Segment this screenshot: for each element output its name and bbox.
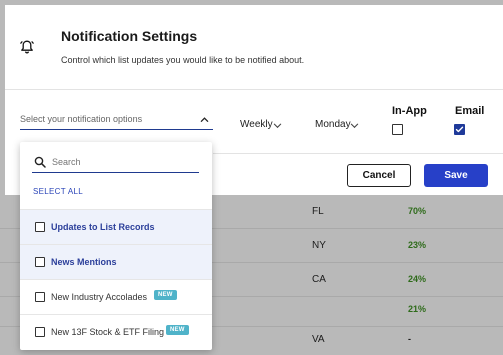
cancel-button[interactable]: Cancel: [347, 164, 411, 187]
email-checkbox[interactable]: [454, 124, 465, 135]
save-button[interactable]: Save: [424, 164, 488, 187]
in-app-column-header: In-App: [392, 105, 427, 117]
option-checkbox[interactable]: [35, 222, 45, 232]
modal-subtitle: Control which list updates you would lik…: [61, 55, 305, 65]
email-column-header: Email: [455, 105, 485, 117]
percent-cell: 24%: [408, 274, 427, 284]
option-updates-to-list-records[interactable]: Updates to List Records: [20, 209, 212, 244]
notification-options-dropdown: SELECT ALL Updates to List Records News …: [20, 142, 212, 350]
option-checkbox[interactable]: [35, 327, 45, 337]
modal-header: Notification Settings Control which list…: [5, 5, 503, 89]
in-app-checkbox[interactable]: [392, 124, 403, 135]
option-new-industry-accolades[interactable]: New Industry Accolades NEW: [20, 279, 212, 314]
percent-cell: 21%: [408, 304, 427, 314]
percent-cell: 70%: [408, 206, 427, 216]
option-new-13f-stock-etf-filing[interactable]: New 13F Stock & ETF Filing NEW: [20, 314, 212, 349]
day-select[interactable]: Monday: [315, 119, 351, 130]
state-cell: NY: [312, 240, 326, 251]
frequency-select[interactable]: Weekly: [240, 119, 273, 130]
percent-cell: 23%: [408, 240, 427, 250]
chevron-down-icon[interactable]: [273, 121, 282, 130]
select-all-link[interactable]: SELECT ALL: [33, 187, 83, 196]
option-label: News Mentions: [51, 257, 117, 267]
header-divider: [5, 89, 503, 90]
percent-cell: -: [408, 334, 411, 344]
option-label: New 13F Stock & ETF Filing: [51, 327, 165, 337]
modal-title: Notification Settings: [61, 28, 198, 44]
search-field[interactable]: [32, 154, 199, 173]
notification-options-select[interactable]: Select your notification options: [20, 111, 213, 130]
select-placeholder: Select your notification options: [20, 114, 143, 124]
option-checkbox[interactable]: [35, 292, 45, 302]
option-checkbox[interactable]: [35, 257, 45, 267]
search-input[interactable]: [52, 157, 192, 167]
bell-icon: [20, 40, 34, 54]
option-news-mentions[interactable]: News Mentions: [20, 244, 212, 279]
new-badge: NEW: [154, 290, 177, 300]
checkmark-icon: [455, 126, 464, 133]
option-label: Updates to List Records: [51, 222, 155, 232]
search-icon: [34, 156, 46, 168]
state-cell: VA: [312, 334, 325, 345]
chevron-up-icon[interactable]: [200, 115, 209, 124]
footer-divider: [213, 153, 503, 154]
chevron-down-icon[interactable]: [350, 121, 359, 130]
state-cell: FL: [312, 206, 324, 217]
option-label: New Industry Accolades: [51, 292, 148, 302]
new-badge: NEW: [166, 325, 189, 335]
state-cell: CA: [312, 274, 326, 285]
